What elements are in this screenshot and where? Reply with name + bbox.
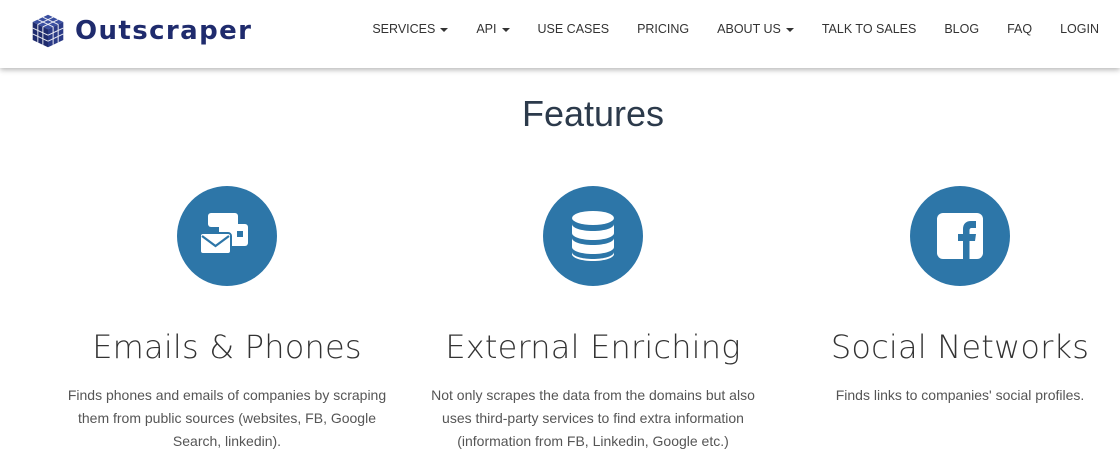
feature-description: Finds links to companies' social profile… <box>835 387 1085 403</box>
nav-blog-label: BLOG <box>944 22 980 36</box>
nav-pricing[interactable]: PRICING <box>623 22 703 36</box>
features-heading: Features <box>521 93 665 134</box>
caret-down-icon <box>501 27 510 32</box>
database-icon <box>543 186 643 286</box>
feature-title: Emails & Phones <box>92 328 362 366</box>
nav-talk-to-sales-label: TALK TO SALES <box>821 22 917 36</box>
facebook-icon <box>910 186 1010 286</box>
nav-api[interactable]: API <box>462 22 523 36</box>
feature-social-networks: Social Networks Finds links to companies… <box>780 186 1120 407</box>
nav-about-us-label: ABOUT US <box>717 22 781 36</box>
nav-about-us[interactable]: ABOUT US <box>703 22 808 36</box>
nav-faq-label: FAQ <box>1007 22 1033 36</box>
top-navbar: Outscraper SERVICES API USE CASES PRICIN… <box>0 0 1120 68</box>
logo-link[interactable]: Outscraper <box>30 11 252 51</box>
feature-description: Finds phones and emails of companies by … <box>67 387 387 449</box>
main-menu: SERVICES API USE CASES PRICING ABOUT US … <box>372 0 1120 58</box>
nav-use-cases[interactable]: USE CASES <box>524 22 624 36</box>
nav-services[interactable]: SERVICES <box>372 22 462 36</box>
cube-logo-icon <box>32 14 64 48</box>
nav-use-cases-label: USE CASES <box>537 22 610 36</box>
caret-down-icon <box>785 27 794 32</box>
nav-pricing-label: PRICING <box>637 22 690 36</box>
nav-services-label: SERVICES <box>372 22 436 36</box>
brand-name: Outscraper <box>75 16 253 46</box>
envelope-card-icon <box>177 186 277 286</box>
nav-faq[interactable]: FAQ <box>993 22 1046 36</box>
feature-title: Social Networks <box>830 328 1090 366</box>
nav-blog[interactable]: BLOG <box>930 22 993 36</box>
feature-emails-phones: Emails & Phones Finds phones and emails … <box>47 186 407 453</box>
nav-talk-to-sales[interactable]: TALK TO SALES <box>808 22 931 36</box>
nav-login-label: LOGIN <box>1060 22 1099 36</box>
feature-description: Not only scrapes the data from the domai… <box>431 387 755 449</box>
nav-api-label: API <box>476 22 497 36</box>
feature-title: External Enriching <box>445 328 741 366</box>
nav-login[interactable]: LOGIN <box>1046 22 1120 36</box>
caret-down-icon <box>440 27 449 32</box>
feature-external-enriching: External Enriching Not only scrapes the … <box>413 186 773 453</box>
